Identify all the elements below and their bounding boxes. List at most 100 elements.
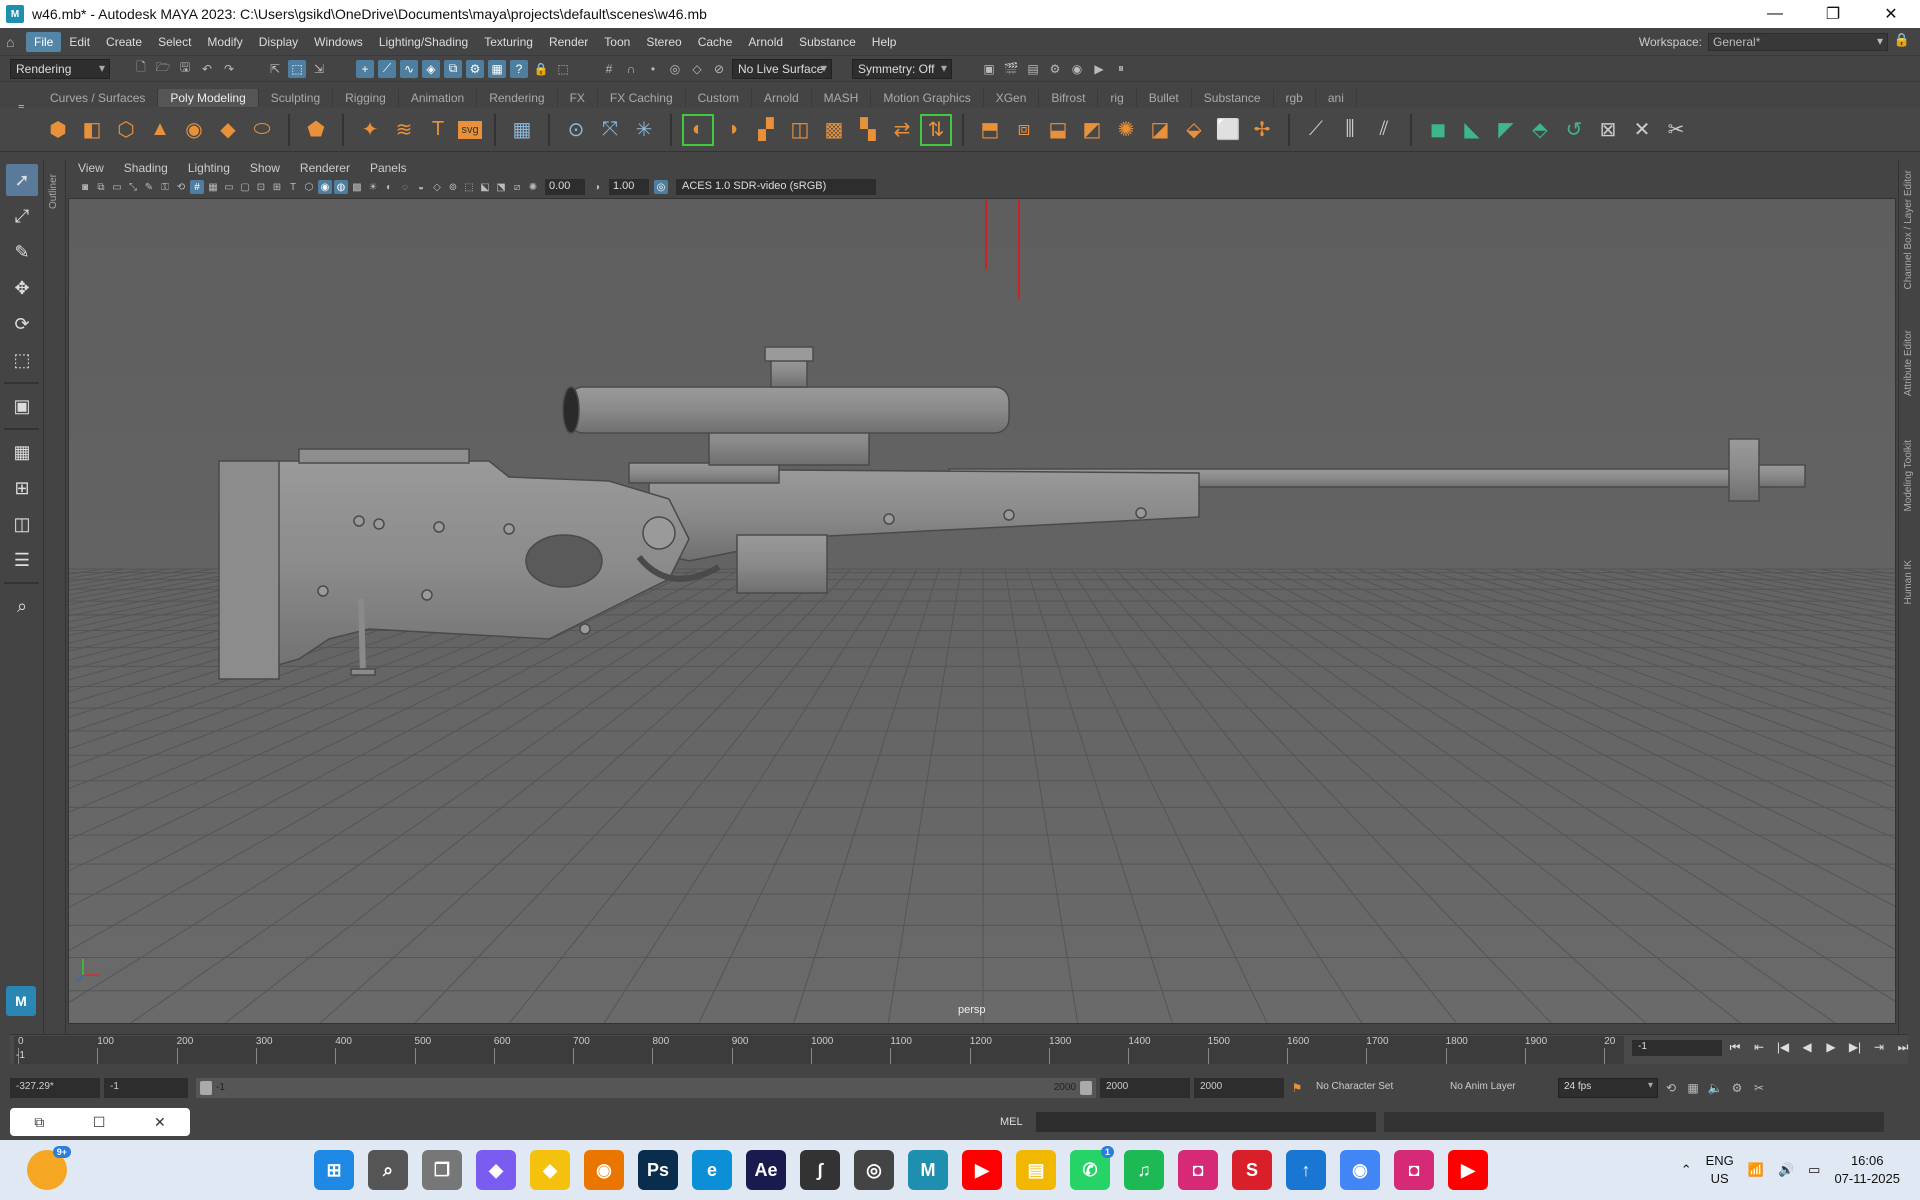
taskbar-youtube-2-icon[interactable]: ▶ bbox=[1448, 1150, 1488, 1190]
gamma-field[interactable]: 1.00 bbox=[609, 179, 649, 195]
super-shape-icon[interactable]: ✦ bbox=[356, 116, 384, 144]
depth-of-field-icon[interactable]: ⊚ bbox=[446, 180, 460, 194]
range-start-field[interactable]: -1 bbox=[104, 1078, 188, 1098]
wifi-icon[interactable]: 📶 bbox=[1748, 1162, 1764, 1178]
outliner-layout-icon[interactable]: ☰ bbox=[6, 544, 38, 576]
wireframe-icon[interactable]: ⬡ bbox=[302, 180, 316, 194]
two-view-layout-icon[interactable]: ◫ bbox=[6, 508, 38, 540]
shelf-tab-bifrost[interactable]: Bifrost bbox=[1039, 89, 1099, 107]
poly-plane-icon[interactable]: ◆ bbox=[214, 116, 242, 144]
shadows-icon[interactable]: ◐ bbox=[382, 180, 396, 194]
target-weld-icon[interactable]: ◤ bbox=[1492, 116, 1520, 144]
highlight-selection-icon[interactable]: ⬚ bbox=[554, 60, 572, 78]
mirror-geometry-icon[interactable]: ▩ bbox=[820, 116, 848, 144]
ipr-render-icon[interactable]: ▤ bbox=[1024, 60, 1042, 78]
menu-select[interactable]: Select bbox=[150, 32, 199, 52]
taskbar-instagram-icon[interactable]: ◘ bbox=[1178, 1150, 1218, 1190]
clock[interactable]: 16:06 07-11-2025 bbox=[1834, 1152, 1900, 1188]
taskbar-obs-icon[interactable]: ◎ bbox=[854, 1150, 894, 1190]
anti-aliasing-icon[interactable]: ◇ bbox=[430, 180, 444, 194]
current-time-marker[interactable]: -1 bbox=[16, 1050, 25, 1061]
field-chart-icon[interactable]: ⊡ bbox=[254, 180, 268, 194]
close-icon[interactable]: ✕ bbox=[154, 1114, 166, 1131]
cache-icon[interactable]: ▦ bbox=[1684, 1079, 1702, 1097]
select-object-icon[interactable]: ⬚ bbox=[288, 59, 306, 78]
human-ik-tab[interactable]: Human IK bbox=[1903, 560, 1914, 604]
wireframe-on-shaded-icon[interactable]: ◍ bbox=[334, 180, 348, 194]
anim-layer-dropdown[interactable]: No Anim Layer bbox=[1444, 1078, 1554, 1098]
select-tool-icon[interactable]: ➚ bbox=[6, 164, 38, 196]
smooth-shade-icon[interactable]: ◉ bbox=[318, 180, 332, 194]
snap-together-icon[interactable]: ⊠ bbox=[1594, 116, 1622, 144]
center-pivot-icon[interactable]: ✳ bbox=[630, 116, 658, 144]
combine-icon[interactable]: ◐ bbox=[682, 113, 714, 146]
render-settings-icon[interactable]: ⚙ bbox=[1046, 60, 1064, 78]
restore-button[interactable]: ❐ bbox=[1804, 0, 1862, 28]
poly-torus-icon[interactable]: ◉ bbox=[180, 116, 208, 144]
poly-sphere-icon[interactable]: ⬢ bbox=[44, 116, 72, 144]
taskbar-sticky-icon[interactable]: ◆ bbox=[530, 1150, 570, 1190]
shelf-tab-xgen[interactable]: XGen bbox=[984, 89, 1040, 107]
shelf-tab-rigging[interactable]: Rigging bbox=[333, 89, 399, 107]
menu-substance[interactable]: Substance bbox=[791, 32, 864, 52]
bridge-icon[interactable]: ⇄ bbox=[888, 116, 916, 144]
modeling-toolkit-tab[interactable]: Modeling Toolkit bbox=[1903, 440, 1914, 512]
auto-key-icon[interactable]: ✂ bbox=[1750, 1079, 1768, 1097]
2d-pan-zoom-icon[interactable]: ⤡ bbox=[126, 180, 140, 194]
xray-icon[interactable]: ⬕ bbox=[478, 180, 492, 194]
polygon-reduce-icon[interactable]: ✕ bbox=[1628, 116, 1656, 144]
taskbar-search-icon[interactable]: ⌕ bbox=[368, 1150, 408, 1190]
poly-cube-icon[interactable]: ◧ bbox=[78, 116, 106, 144]
taskbar-weather-icon[interactable]: 9+ bbox=[27, 1146, 71, 1190]
exposure-icon[interactable]: ✺ bbox=[526, 180, 540, 194]
select-by-dynamic-icon[interactable]: ⚙ bbox=[466, 59, 484, 78]
grid-icon[interactable]: # bbox=[190, 180, 204, 194]
poke-face-icon[interactable]: ✺ bbox=[1112, 116, 1140, 144]
maximize-icon[interactable]: ☐ bbox=[93, 1114, 106, 1131]
undo-icon[interactable]: ↶ bbox=[198, 60, 216, 78]
menu-cache[interactable]: Cache bbox=[690, 32, 741, 52]
snap-point-icon[interactable]: • bbox=[644, 60, 662, 78]
menu-edit[interactable]: Edit bbox=[61, 32, 98, 52]
menu-render[interactable]: Render bbox=[541, 32, 596, 52]
extract-icon[interactable]: ▚ bbox=[854, 116, 882, 144]
safe-title-icon[interactable]: T bbox=[286, 180, 300, 194]
taskbar-whatsapp-icon[interactable]: ✆ 1 bbox=[1070, 1146, 1114, 1190]
arnold-render-icon[interactable]: ▶ bbox=[1090, 60, 1108, 78]
film-gate-icon[interactable]: ▦ bbox=[206, 180, 220, 194]
taskbar-instagram-2-icon[interactable]: ◘ bbox=[1394, 1150, 1434, 1190]
camera-bookmark-icon[interactable]: ⧉ bbox=[94, 180, 108, 194]
range-field-1[interactable]: -327.29* bbox=[10, 1078, 100, 1098]
four-view-layout-icon[interactable]: ⊞ bbox=[6, 472, 38, 504]
safe-action-icon[interactable]: ⊞ bbox=[270, 180, 284, 194]
taskbar-after-effects-icon[interactable]: Ae bbox=[746, 1150, 786, 1190]
merge-icon[interactable]: ✢ bbox=[1248, 116, 1276, 144]
gate-mask-icon[interactable]: ▢ bbox=[238, 180, 252, 194]
multi-cut-icon[interactable]: ⟋ bbox=[1302, 116, 1330, 144]
offset-edge-loop-icon[interactable]: ⫽ bbox=[1370, 116, 1398, 144]
panel-menu-renderer[interactable]: Renderer bbox=[290, 161, 360, 175]
command-input[interactable] bbox=[1036, 1112, 1376, 1132]
taskbar-edge-icon[interactable]: e bbox=[692, 1150, 732, 1190]
taskbar-file-explorer-icon[interactable]: ▤ bbox=[1016, 1150, 1056, 1190]
battery-icon[interactable]: ▭ bbox=[1808, 1162, 1820, 1178]
measure-tool-icon[interactable]: ⊙ bbox=[562, 116, 590, 144]
shelf-tab-rgb[interactable]: rgb bbox=[1274, 89, 1316, 107]
chamfer-icon[interactable]: ⬙ bbox=[1180, 116, 1208, 144]
move-tool-icon[interactable]: ✥ bbox=[6, 272, 38, 304]
symmetry-dropdown[interactable]: Symmetry: Off bbox=[852, 58, 952, 79]
go-to-end-icon[interactable]: ⏭ bbox=[1894, 1037, 1912, 1057]
menu-arnold[interactable]: Arnold bbox=[740, 32, 791, 52]
shelf-tab-fx-caching[interactable]: FX Caching bbox=[598, 89, 686, 107]
camera-lock-icon[interactable]: ⚿ bbox=[158, 180, 172, 194]
quad-draw-icon[interactable]: ◼ bbox=[1424, 116, 1452, 144]
poly-cylinder-icon[interactable]: ⬡ bbox=[112, 116, 140, 144]
taskbar-chrome-icon[interactable]: ◉ bbox=[1340, 1150, 1380, 1190]
range-slider[interactable]: -1 2000 bbox=[196, 1078, 1096, 1098]
smooth-icon[interactable]: ▞ bbox=[752, 116, 780, 144]
shelf-tab-bullet[interactable]: Bullet bbox=[1137, 89, 1192, 107]
snap-grid-icon[interactable]: # bbox=[600, 60, 618, 78]
new-scene-icon[interactable]: 🗋 bbox=[132, 60, 150, 78]
ambient-occlusion-icon[interactable]: ◌ bbox=[398, 180, 412, 194]
taskbar-photoshop-icon[interactable]: Ps bbox=[638, 1150, 678, 1190]
